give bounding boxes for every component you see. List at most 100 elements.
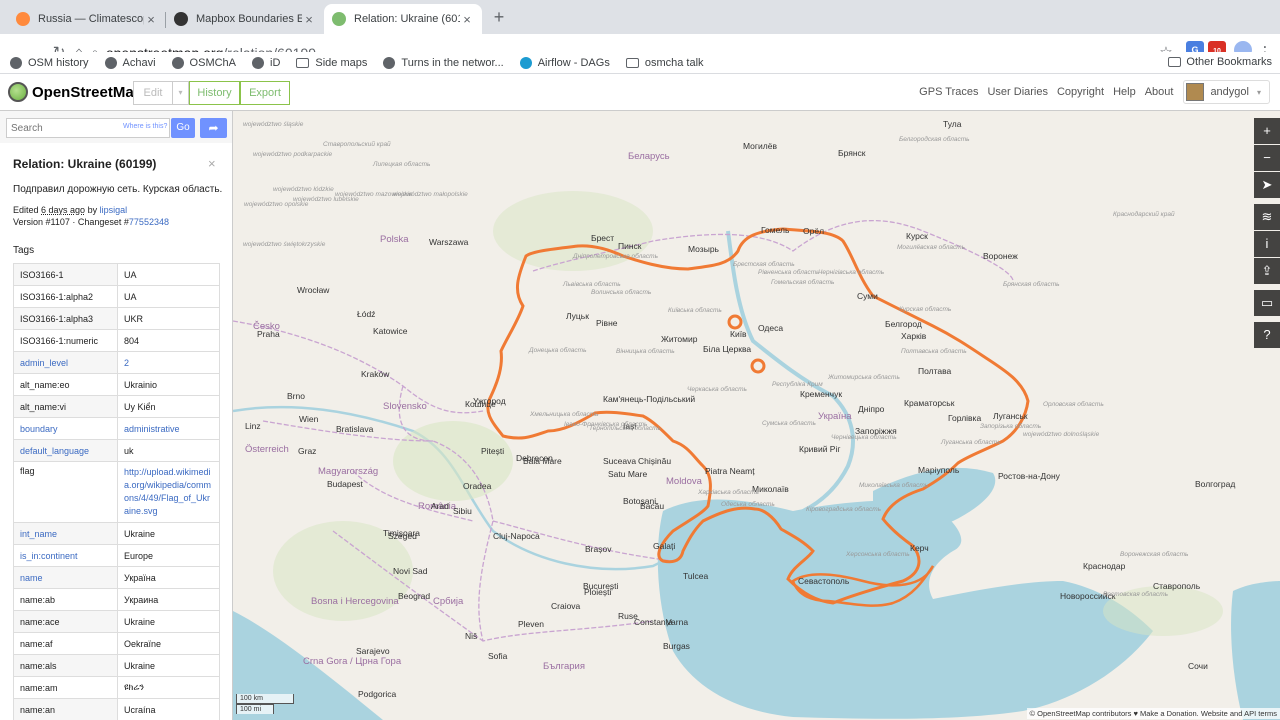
info-icon[interactable]: i xyxy=(1254,231,1280,257)
go-button[interactable]: Go xyxy=(171,118,195,138)
map-label-obl: Житомирська область xyxy=(828,374,900,381)
zoom-out-button[interactable]: − xyxy=(1254,145,1280,171)
share-icon[interactable]: ⇪ xyxy=(1254,258,1280,284)
map-attribution[interactable]: © OpenStreetMap contributors ♥ Make a Do… xyxy=(1026,708,1280,719)
tag-value[interactable]: 2 xyxy=(117,351,220,374)
globe-icon xyxy=(383,56,396,69)
bookmark-side-maps[interactable]: Side maps xyxy=(296,57,367,69)
tag-row: name:als Ukraine xyxy=(13,654,220,677)
editor-user-link[interactable]: lipsigal xyxy=(100,205,128,215)
map-label-city: Sarajevo xyxy=(356,646,390,656)
map-label-city: Кривий Ріг xyxy=(799,444,841,454)
query-features-icon[interactable]: ? xyxy=(1254,322,1280,348)
bookmark-osm-history[interactable]: OSM history xyxy=(10,56,89,69)
map-label-city: Brașov xyxy=(585,544,612,554)
tag-key[interactable]: default_language xyxy=(13,439,118,462)
globe-icon xyxy=(252,56,265,69)
tag-value: Uy Kiển xyxy=(117,395,220,418)
user-menu[interactable]: andygol ▾ xyxy=(1183,80,1270,104)
other-bookmarks[interactable]: Other Bookmarks xyxy=(1168,56,1272,68)
bookmark-achavi[interactable]: Achavi xyxy=(104,56,156,69)
map-label-city: Chișinău xyxy=(638,456,672,466)
close-icon[interactable]: × xyxy=(208,156,216,171)
edit-button[interactable]: Edit xyxy=(133,81,173,105)
close-tab-icon[interactable]: × xyxy=(144,12,158,27)
map-label-country: Crna Gora / Црна Гора xyxy=(303,656,402,667)
edit-dropdown-icon[interactable]: ▾ xyxy=(172,81,189,105)
map-label-obl: Запорізька область xyxy=(980,423,1042,430)
bookmark-osmcha[interactable]: OSMChA xyxy=(171,56,237,69)
nav-user-diaries[interactable]: User Diaries xyxy=(987,86,1048,98)
search-bar: Where is this? Go ➦ xyxy=(0,111,232,143)
map-label-city: Warszawa xyxy=(429,237,469,247)
folder-icon xyxy=(1168,57,1182,67)
map-label-obl: Львівська область xyxy=(563,281,621,288)
zoom-in-button[interactable]: + xyxy=(1254,118,1280,144)
airflow-icon xyxy=(519,56,532,69)
map-label-city: Katowice xyxy=(373,326,408,336)
map-label-city: Біла Церква xyxy=(703,344,752,354)
folder-icon xyxy=(296,57,310,68)
close-tab-icon[interactable]: × xyxy=(302,12,316,27)
layers-icon[interactable]: ≋ xyxy=(1254,204,1280,230)
map-label-obl: Гомельская область xyxy=(771,279,835,286)
map-label-obl: Харківська область xyxy=(698,489,759,496)
map-label-city: Горлівка xyxy=(948,413,982,423)
directions-icon[interactable]: ➦ xyxy=(200,118,227,138)
map-label-city: Брянск xyxy=(838,148,866,158)
close-tab-icon[interactable]: × xyxy=(460,12,474,27)
tag-key[interactable]: boundary xyxy=(13,417,118,440)
map-label-obl: Белгородская область xyxy=(899,136,970,143)
tag-value: UA xyxy=(117,285,220,308)
nav-copyright[interactable]: Copyright xyxy=(1057,86,1104,98)
map-label-city: Волгоград xyxy=(1195,479,1236,489)
tag-key[interactable]: int_name xyxy=(13,522,118,545)
history-button[interactable]: History xyxy=(189,81,240,105)
map-label-obl: Сумська область xyxy=(762,420,816,427)
map-label-obl: Тернопільська область xyxy=(589,425,661,432)
edited-prefix: Edited xyxy=(13,205,42,215)
osm-logo[interactable]: OpenStreetMap xyxy=(8,82,143,102)
locate-icon[interactable]: ➤ xyxy=(1254,172,1280,198)
bookmark-label: OSM history xyxy=(28,56,89,69)
export-button[interactable]: Export xyxy=(240,81,290,105)
nav-help[interactable]: Help xyxy=(1113,86,1136,98)
map-label-city: Могилёв xyxy=(743,141,777,151)
note-icon[interactable]: ▭ xyxy=(1254,290,1280,316)
bookmark-osmcha-talk[interactable]: osmcha talk xyxy=(625,57,704,69)
map-canvas[interactable] xyxy=(233,111,1280,720)
map-label-city: Керч xyxy=(910,543,929,553)
tag-row: name:am ዩክሬን xyxy=(13,676,220,699)
changeset-link[interactable]: 77552348 xyxy=(129,217,169,227)
map[interactable]: Беларусь Polska Česko Slovensko Österreich Ma… xyxy=(233,111,1280,720)
tag-key[interactable]: is_in:continent xyxy=(13,544,118,567)
bookmark-id[interactable]: iD xyxy=(252,56,280,69)
tag-value[interactable]: http://upload.wikimedia.org/wikipedia/co… xyxy=(117,461,220,523)
bookmark-airflow[interactable]: Airflow - DAGs xyxy=(519,56,610,69)
map-label-obl: Одеська область xyxy=(721,501,775,508)
tag-key[interactable]: admin_level xyxy=(13,351,118,374)
map-label-country: Moldova xyxy=(666,476,702,487)
where-is-this-link[interactable]: Where is this? xyxy=(123,123,167,130)
map-label-city: Суми xyxy=(857,291,878,301)
changeset-comment: Подправил дорожную сеть. Курская область… xyxy=(13,184,223,195)
tab-osm-relation[interactable]: Relation: Ukraine (60199) | Oper × xyxy=(324,4,482,34)
map-label-city: Маріуполь xyxy=(918,465,960,475)
map-label-obl: Краснодарский край xyxy=(1113,211,1175,218)
nav-gps-traces[interactable]: GPS Traces xyxy=(919,86,978,98)
tag-key: flag xyxy=(13,461,118,523)
tab-climatescope[interactable]: Russia — Climatescope 2019 × xyxy=(8,4,166,34)
tag-value: Oekraïne xyxy=(117,632,220,655)
bookmark-turns[interactable]: Turns in the networ... xyxy=(383,56,504,69)
map-label-obl: Орловская область xyxy=(1043,401,1104,408)
new-tab-button[interactable]: + xyxy=(488,8,510,28)
tab-mapbox-boundaries[interactable]: Mapbox Boundaries Explorer × xyxy=(166,4,324,34)
tag-key[interactable]: name xyxy=(13,566,118,589)
map-label-obl: Брянская область xyxy=(1003,281,1060,288)
bookmark-label: OSMChA xyxy=(189,56,237,69)
tag-value[interactable]: administrative xyxy=(117,417,220,440)
version-info: Version #1107 · Changeset #77552348 xyxy=(13,217,169,227)
nav-about[interactable]: About xyxy=(1145,86,1174,98)
tag-row: name:an Ucraína xyxy=(13,698,220,720)
globe-icon xyxy=(104,56,117,69)
